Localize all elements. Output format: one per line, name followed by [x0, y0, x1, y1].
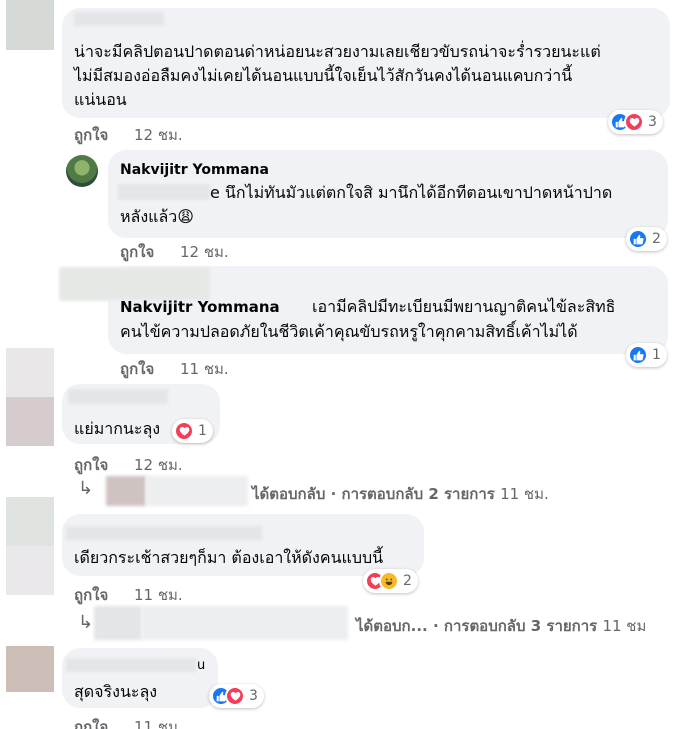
- avatar[interactable]: [6, 0, 54, 50]
- avatar[interactable]: [6, 497, 54, 595]
- reaction-summary[interactable]: 2: [626, 227, 667, 251]
- blurred-author-name: [66, 658, 196, 672]
- reaction-summary[interactable]: 3: [209, 684, 264, 708]
- like-link[interactable]: ถูกใจ: [74, 715, 108, 729]
- comment-text: แน่นอน: [74, 90, 127, 109]
- like-link[interactable]: ถูกใจ: [120, 357, 154, 381]
- like-icon: [628, 229, 648, 249]
- blurred-mention: [118, 184, 210, 200]
- reaction-count: 2: [403, 573, 412, 589]
- comment-text: ไม่มีสมองอ่อลืมคงไม่เคยได้นอนแบบนี้ใจเย็…: [74, 66, 573, 85]
- reaction-count: 1: [652, 347, 661, 363]
- like-link[interactable]: ถูกใจ: [74, 123, 108, 147]
- replies-text: ได้ตอบกลับ · การตอบกลับ 2 รายการ: [252, 485, 495, 503]
- like-link[interactable]: ถูกใจ: [74, 583, 108, 607]
- reaction-summary[interactable]: 1: [626, 343, 667, 367]
- comment-author[interactable]: Nakvijitr Yommana: [120, 162, 269, 178]
- love-icon: [225, 686, 245, 706]
- blurred-reply-name: [146, 476, 248, 506]
- like-link[interactable]: ถูกใจ: [74, 453, 108, 477]
- avatar[interactable]: [6, 348, 54, 446]
- love-icon: [624, 112, 644, 132]
- comment-author-fragment: u: [197, 658, 206, 673]
- reaction-summary[interactable]: 3: [608, 110, 663, 134]
- comment-text: น่าจะมีคลิปตอนปาดตอนด่าหน่อยนะสวยงามเลยเ…: [74, 42, 601, 61]
- blurred-reply-avatar: [94, 606, 142, 640]
- comment-text: e นึกไม่ทันมัวแต่ตกใจสิ มานึกได้อีกทีตอน…: [210, 183, 613, 202]
- reaction-count: 3: [249, 688, 258, 704]
- blurred-author-name: [66, 526, 262, 540]
- reaction-count: 2: [652, 231, 661, 247]
- like-icon: [628, 345, 648, 365]
- replies-text: ได้ตอบก... · การตอบกลับ 3 รายการ: [356, 617, 598, 635]
- comment-text: แย่มากนะลุง: [74, 419, 161, 438]
- reply-arrow-icon: ↳: [78, 478, 94, 499]
- reply-time: 11 ชม: [602, 617, 647, 635]
- comment-author[interactable]: Nakvijitr Yommana: [120, 298, 280, 316]
- comment-time[interactable]: 12 ชม.: [134, 453, 183, 477]
- haha-icon: [379, 571, 399, 591]
- comment-time[interactable]: 11 ชม.: [180, 357, 229, 381]
- reply-arrow-icon: ↳: [78, 612, 94, 633]
- view-replies-link[interactable]: ได้ตอบกลับ · การตอบกลับ 2 รายการ 11 ชม.: [252, 482, 549, 506]
- blurred-reply-avatar: [106, 476, 146, 506]
- comment-time[interactable]: 12 ชม.: [180, 240, 229, 264]
- reaction-count: 3: [648, 114, 657, 130]
- reaction-count: 1: [198, 423, 207, 439]
- love-icon: [174, 421, 194, 441]
- comment-text: เดียวกระเช้าสวยๆก็มา ต้องเอาให้ดังคนแบบน…: [74, 548, 384, 567]
- comment-text: คนไข้ความปลอดภัยในชีวิตเค้าคุณขับรถหรูใา…: [120, 322, 578, 341]
- comment-time[interactable]: 11 ชม.: [134, 583, 183, 607]
- avatar[interactable]: [6, 646, 54, 692]
- like-link[interactable]: ถูกใจ: [120, 240, 154, 264]
- comment-text: หลังแล้ว😩: [120, 207, 194, 226]
- blurred-reply-name: [142, 606, 348, 640]
- avatar[interactable]: [66, 155, 98, 187]
- reaction-summary[interactable]: 2: [363, 569, 418, 593]
- reaction-summary[interactable]: 1: [172, 419, 213, 443]
- blurred-author-name: [74, 12, 164, 26]
- reply-time: 11 ชม.: [500, 485, 549, 503]
- comment-time[interactable]: 11 ชม.: [134, 715, 183, 729]
- blurred-author-name: [60, 268, 210, 300]
- comment-time[interactable]: 12 ชม.: [134, 123, 183, 147]
- comment-text: สุดจริงนะลุง: [74, 682, 158, 701]
- comment-text: เอามีคลิปมีทะเบียนมีพยานญาติคนไข้ละสิทธิ: [312, 297, 616, 316]
- blurred-author-name: [68, 389, 168, 404]
- view-replies-link[interactable]: ได้ตอบก... · การตอบกลับ 3 รายการ 11 ชม: [356, 614, 646, 638]
